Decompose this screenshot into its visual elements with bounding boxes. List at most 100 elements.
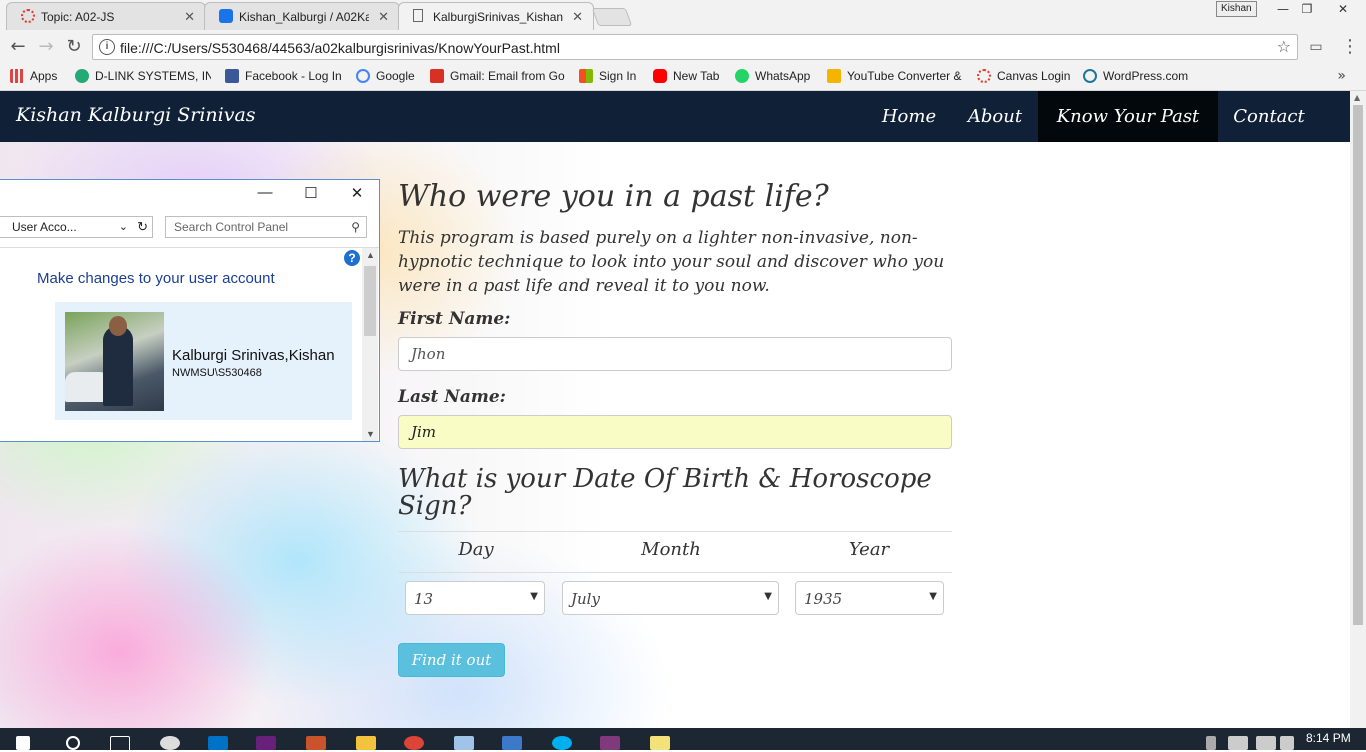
- minimize-icon[interactable]: —: [255, 184, 275, 201]
- nav-home[interactable]: Home: [866, 91, 952, 142]
- address-bar[interactable]: i file:///C:/Users/S530468/44563/a02kalb…: [92, 34, 1298, 60]
- profile-badge[interactable]: Kishan: [1216, 1, 1257, 17]
- first-name-input[interactable]: Jhon: [398, 337, 952, 371]
- day-select[interactable]: 13 ▼: [405, 581, 545, 615]
- control-panel-address[interactable]: User Acco... ⌄ ↻: [0, 216, 153, 238]
- nav-contact[interactable]: Contact: [1218, 91, 1320, 142]
- onenote-icon[interactable]: [600, 736, 620, 750]
- day-header: Day: [458, 539, 494, 560]
- restore-icon[interactable]: ❐: [1294, 0, 1320, 18]
- close-window-icon[interactable]: ✕: [347, 184, 367, 202]
- file-explorer-icon[interactable]: [356, 736, 376, 750]
- site-brand[interactable]: Kishan Kalburgi Srinivas: [16, 104, 256, 126]
- scrollbar-thumb[interactable]: [364, 266, 376, 336]
- bookmark-facebook[interactable]: Facebook - Log In: [225, 69, 342, 85]
- user-domain: NWMSU\S530468: [172, 367, 262, 379]
- browser-tab-know-your-past[interactable]: KalburgiSrinivas_KishanH ✕: [398, 2, 594, 30]
- tray-overflow-icon[interactable]: [1206, 736, 1216, 750]
- last-name-input[interactable]: Jim: [398, 415, 952, 449]
- volume-icon[interactable]: [1280, 736, 1294, 750]
- visual-studio-icon[interactable]: [256, 736, 276, 750]
- info-icon[interactable]: i: [99, 39, 115, 55]
- chrome-icon[interactable]: [404, 736, 424, 750]
- bookmarks-overflow-icon[interactable]: »: [1337, 68, 1346, 84]
- month-select[interactable]: July ▼: [562, 581, 779, 615]
- whatsapp-icon: [735, 69, 749, 83]
- address-text: User Acco...: [12, 220, 77, 234]
- outlook-icon[interactable]: [208, 736, 228, 750]
- menu-icon[interactable]: ⋮: [1340, 37, 1360, 57]
- site-navbar: Kishan Kalburgi Srinivas Home About Know…: [0, 91, 1350, 142]
- intro-text: This program is based purely on a lighte…: [398, 228, 945, 296]
- day-select-value: 13: [414, 590, 434, 608]
- browser-tab-github[interactable]: Kishan_Kalburgi / A02Kal ✕: [204, 2, 400, 30]
- page-scrollbar[interactable]: ▲: [1350, 91, 1366, 728]
- virtualbox-icon[interactable]: [454, 736, 474, 750]
- back-icon[interactable]: ←: [8, 37, 28, 57]
- skype-icon[interactable]: [552, 736, 572, 750]
- close-window-icon[interactable]: ✕: [1326, 0, 1360, 18]
- dropdown-arrow-icon: ▼: [929, 591, 937, 602]
- dropdown-arrow-icon: ▼: [530, 591, 538, 602]
- control-panel-window[interactable]: — ☐ ✕ User Acco... ⌄ ↻ Search Control Pa…: [0, 179, 380, 442]
- reload-icon[interactable]: ↻: [64, 37, 84, 57]
- bookmark-gmail[interactable]: Gmail: Email from Go: [430, 69, 566, 85]
- find-it-out-button[interactable]: Find it out: [398, 643, 505, 677]
- month-header: Month: [641, 539, 701, 560]
- table-divider: [398, 572, 952, 573]
- document-icon: [413, 9, 423, 22]
- control-panel-search-input[interactable]: Search Control Panel ⚲: [165, 216, 367, 238]
- sticky-notes-icon[interactable]: [650, 736, 670, 750]
- avatar: [65, 312, 164, 411]
- bookmark-newtab[interactable]: New Tab: [653, 69, 719, 85]
- close-tab-icon[interactable]: ✕: [572, 9, 583, 25]
- facebook-icon: [225, 69, 239, 83]
- help-icon[interactable]: ?: [344, 250, 360, 266]
- bookmark-canvas[interactable]: Canvas Login: [977, 69, 1070, 85]
- bookmark-signin[interactable]: Sign In: [579, 69, 636, 85]
- scroll-up-icon[interactable]: ▲: [1354, 93, 1360, 102]
- youtube-icon: [653, 69, 667, 83]
- year-select[interactable]: 1935 ▼: [795, 581, 944, 615]
- bookmark-yt-converter[interactable]: YouTube Converter &: [827, 69, 963, 85]
- canvas-icon: [21, 9, 35, 23]
- bookmark-wordpress[interactable]: WordPress.com: [1083, 69, 1188, 85]
- forward-icon[interactable]: →: [36, 37, 56, 57]
- control-panel-icon[interactable]: [502, 736, 522, 750]
- bookmark-dlink[interactable]: D-LINK SYSTEMS, INC: [75, 69, 211, 85]
- first-name-label: First Name:: [398, 309, 511, 329]
- sublime-icon[interactable]: [306, 736, 326, 750]
- nav-about[interactable]: About: [952, 91, 1038, 142]
- chevron-down-icon[interactable]: ⌄: [119, 217, 128, 237]
- refresh-icon[interactable]: ↻: [137, 217, 148, 237]
- new-tab-button[interactable]: [591, 8, 633, 26]
- scrollbar-thumb[interactable]: [1353, 105, 1363, 625]
- control-panel-scrollbar[interactable]: ▲ ▼: [362, 248, 378, 441]
- bookmark-whatsapp[interactable]: WhatsApp: [735, 69, 810, 85]
- url-text[interactable]: file:///C:/Users/S530468/44563/a02kalbur…: [120, 40, 560, 56]
- user-account-card: Kalburgi Srinivas,Kishan NWMSU\S530468: [55, 302, 352, 420]
- maximize-icon[interactable]: ☐: [301, 184, 321, 202]
- canvas-icon: [977, 69, 991, 83]
- bookmark-google[interactable]: Google: [356, 69, 415, 85]
- bookmark-star-icon[interactable]: ☆: [1277, 37, 1291, 56]
- search-icon[interactable]: [66, 736, 80, 750]
- dropdown-arrow-icon: ▼: [764, 591, 772, 602]
- bookmark-apps[interactable]: Apps: [10, 69, 57, 85]
- minimize-icon[interactable]: —: [1270, 0, 1296, 18]
- search-icon[interactable]: ⚲: [351, 217, 360, 237]
- network-icon[interactable]: [1228, 736, 1248, 750]
- clock-time[interactable]: 8:14 PM: [1306, 731, 1351, 745]
- nav-know-your-past[interactable]: Know Your Past: [1038, 91, 1218, 142]
- wifi-icon[interactable]: [1256, 736, 1276, 750]
- close-tab-icon[interactable]: ✕: [184, 9, 195, 25]
- close-tab-icon[interactable]: ✕: [378, 9, 389, 25]
- snipping-tool-icon[interactable]: [160, 736, 180, 750]
- scroll-down-icon[interactable]: ▼: [366, 429, 375, 439]
- scroll-up-icon[interactable]: ▲: [366, 250, 375, 260]
- browser-tab-topic[interactable]: Topic: A02-JS ✕: [6, 2, 206, 30]
- avatar-person-shape: [103, 326, 133, 406]
- cast-icon[interactable]: ▭: [1306, 37, 1326, 57]
- tab-title: KalburgiSrinivas_KishanH: [433, 10, 563, 24]
- windows-start-icon[interactable]: [16, 736, 30, 750]
